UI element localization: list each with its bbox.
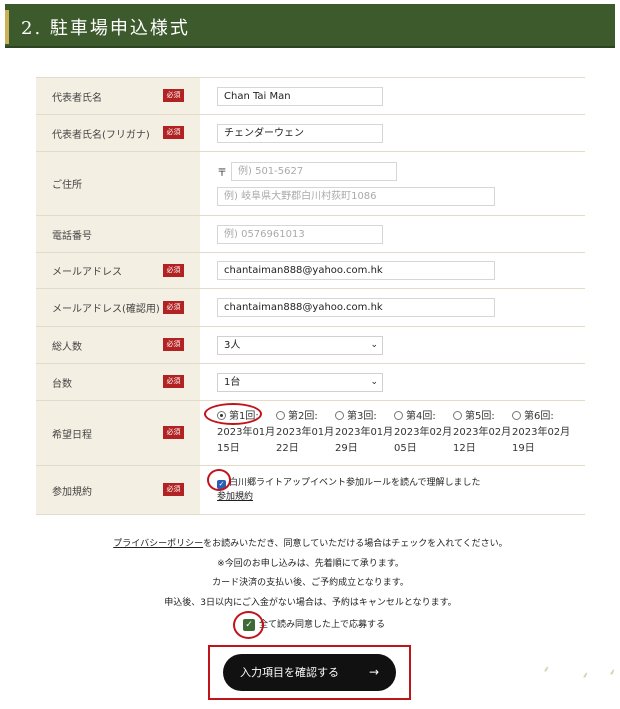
section-title: 2. 駐車場申込様式	[21, 18, 190, 39]
row-email-confirm: メールアドレス(確認用) 必須 chantaiman888@yahoo.com.h…	[36, 288, 585, 327]
address-input[interactable]: 例) 岐阜県大野郡白川村荻町1086	[217, 186, 495, 206]
header-accent-bar	[5, 10, 9, 44]
cars-select-value: 1台	[224, 376, 241, 388]
radio-icon[interactable]	[512, 411, 521, 420]
row-furigana: 代表者氏名(フリガナ) 必須 チェンダーウェン	[36, 114, 585, 152]
required-badge: 必須	[163, 89, 184, 102]
label-phone: 電話番号	[52, 230, 92, 242]
required-badge: 必須	[163, 300, 184, 314]
email-input[interactable]: chantaiman888@yahoo.com.hk	[217, 261, 495, 280]
privacy-policy-link[interactable]: プライバシーポリシー	[113, 539, 203, 549]
label-email-confirm: メールアドレス(確認用)	[52, 304, 160, 315]
confirm-input-button[interactable]: 入力項目を確認する →	[223, 654, 396, 691]
required-badge: 必須	[163, 263, 184, 277]
required-badge: 必須	[163, 483, 184, 496]
annotation-circle-rules	[207, 469, 231, 491]
required-badge: 必須	[163, 126, 184, 139]
decorative-leaf-icon: ⸙	[582, 671, 589, 681]
people-select[interactable]: 3人 ⌄	[217, 335, 383, 355]
parking-application-form: 代表者氏名 必須 Chan Tai Man 代表者氏名(フリガナ) 必須 チェンダー…	[36, 77, 585, 515]
phone-input[interactable]: 例) 0576961013	[217, 224, 383, 244]
label-cars: 台数	[52, 378, 72, 390]
radio-icon[interactable]	[394, 411, 403, 420]
required-badge: 必須	[163, 426, 184, 439]
decorative-leaf-icon: ⸙	[609, 668, 616, 678]
email-confirm-input[interactable]: chantaiman888@yahoo.com.hk	[217, 298, 495, 317]
required-badge: 必須	[163, 338, 184, 351]
confirm-text: 全て読み同意した上で応募する	[259, 620, 386, 630]
radio-icon[interactable]	[335, 411, 344, 420]
row-email: メールアドレス 必須 chantaiman888@yahoo.com.hk	[36, 252, 585, 289]
notes-line-4: 申込後、3日以内にご入金がない場合は、予約はキャンセルとなります。	[164, 597, 457, 608]
notes-line-3: カード決済の支払い後、ご予約成立となります。	[212, 578, 409, 588]
required-badge: 必須	[163, 375, 184, 388]
row-rules: 参加規約 必須 ✓ 白川郷ライトアップイベント参加ルールを読んで理解しました 参加規…	[36, 465, 585, 515]
annotation-circle-schedule	[204, 403, 262, 425]
radio-icon[interactable]	[276, 411, 285, 420]
schedule-option-4[interactable]: 第4回: 2023年02月 05日	[394, 409, 453, 457]
notes-line-1: をお読みいただき、同意していただける場合はチェックを入れてください。	[203, 539, 508, 549]
people-select-value: 3人	[224, 339, 241, 351]
furigana-input[interactable]: チェンダーウェン	[217, 123, 383, 143]
annotation-circle-confirm	[233, 611, 264, 639]
schedule-option-6[interactable]: 第6回: 2023年02月 19日	[512, 409, 571, 457]
schedule-option-2[interactable]: 第2回: 2023年01月 22日	[276, 409, 335, 457]
radio-icon[interactable]	[453, 411, 462, 420]
decorative-leaf-icon: ⸙	[543, 665, 550, 675]
schedule-options: 第1回: 2023年01月 15日 第2回: 2023年01月 22日 第3回: 2023…	[217, 409, 585, 457]
section-header: 2. 駐車場申込様式	[5, 4, 615, 48]
rules-agree-text: 白川郷ライトアップイベント参加ルールを読んで理解しました	[229, 478, 481, 488]
label-name: 代表者氏名	[52, 92, 102, 104]
label-address: ご住所	[52, 180, 82, 191]
label-email: メールアドレス	[52, 267, 122, 278]
schedule-option-3[interactable]: 第3回: 2023年01月 29日	[335, 409, 394, 457]
cars-select[interactable]: 1台 ⌄	[217, 372, 383, 392]
chevron-down-icon: ⌄	[370, 376, 378, 387]
submit-label: 入力項目を確認する	[240, 666, 339, 679]
arrow-right-icon: →	[368, 665, 379, 679]
notes-line-2: ※今回のお申し込みは、先着順にて承ります。	[217, 558, 404, 569]
label-rules: 参加規約	[52, 486, 92, 498]
row-schedule: 希望日程 必須 第1回: 2023年01月 15日 第2回: 2023年01月 22日 第…	[36, 400, 585, 466]
row-phone: 電話番号 例) 0576961013	[36, 215, 585, 253]
schedule-option-5[interactable]: 第5回: 2023年02月 12日	[453, 409, 512, 457]
row-address: ご住所 〒 例) 501-5627 例) 岐阜県大野郡白川村荻町1086	[36, 151, 585, 216]
postal-mark: 〒	[217, 167, 227, 179]
chevron-down-icon: ⌄	[370, 339, 378, 350]
label-schedule: 希望日程	[52, 429, 92, 441]
row-people: 総人数 必須 3人 ⌄	[36, 326, 585, 364]
name-input[interactable]: Chan Tai Man	[217, 86, 383, 106]
row-cars: 台数 必須 1台 ⌄	[36, 363, 585, 401]
rules-link[interactable]: 参加規約	[217, 492, 253, 502]
row-name: 代表者氏名 必須 Chan Tai Man	[36, 77, 585, 115]
label-furigana: 代表者氏名(フリガナ)	[52, 129, 150, 141]
label-people: 総人数	[52, 341, 82, 353]
zip-input[interactable]: 例) 501-5627	[231, 161, 397, 181]
notes-block: プライバシーポリシーをお読みいただき、同意していただける場合はチェックを入れてく…	[36, 535, 585, 613]
